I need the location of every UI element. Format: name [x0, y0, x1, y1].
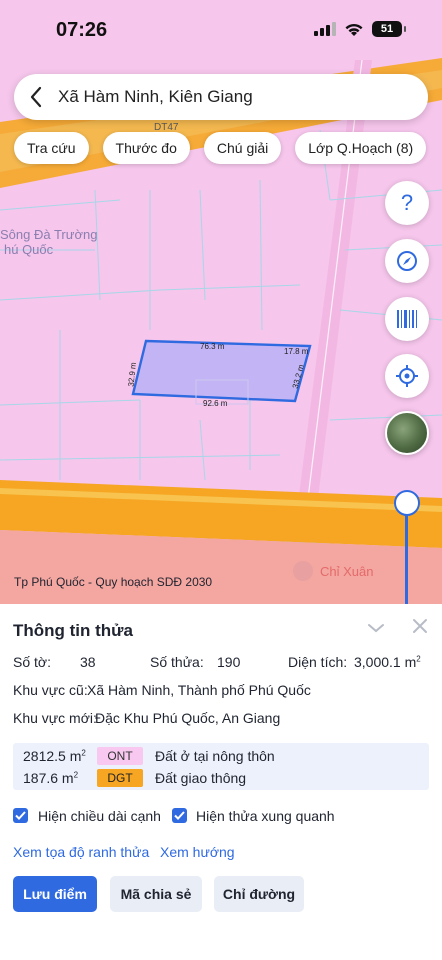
chip-chu-giai[interactable]: Chú giải	[203, 132, 282, 164]
dien-tich-label: Diện tích:	[288, 654, 348, 670]
map-toolbar: Tra cứu Thước đo Chú giải Lớp Q.Hoạch (8…	[14, 132, 427, 164]
so-to-label: Số tờ:	[13, 654, 51, 670]
khu-vuc-cu-label: Khu vực cũ:	[13, 682, 88, 698]
compass-button[interactable]	[385, 239, 429, 283]
chevron-down-icon[interactable]	[366, 618, 386, 638]
search-input[interactable]: Xã Hàm Ninh, Kiên Giang	[58, 87, 253, 107]
area-label-1: Sông Đà Trường	[0, 227, 98, 242]
save-point-button[interactable]: Lưu điểm	[13, 876, 97, 912]
barcode-icon	[397, 310, 417, 328]
poi-label[interactable]: Chỉ Xuân	[320, 564, 373, 579]
parcel-edge-top-right: 17.8 m	[284, 347, 309, 356]
land-use-area-unit: 2	[73, 770, 79, 780]
land-use-row: 2812.5 m2 ONT Đất ở tại nông thôn	[13, 745, 429, 767]
view-direction-link[interactable]: Xem hướng	[160, 844, 235, 860]
land-use-area: 2812.5 m2	[23, 748, 86, 764]
show-neighbors-label[interactable]: Hiện thửa xung quanh	[196, 808, 335, 824]
chip-thuoc-do[interactable]: Thước đo	[102, 132, 190, 164]
area-label-2: hú Quốc	[4, 242, 54, 257]
show-edge-length-checkbox[interactable]	[13, 808, 28, 823]
khu-vuc-cu-value: Xã Hàm Ninh, Thành phố Phú Quốc	[87, 682, 311, 698]
close-icon[interactable]	[411, 617, 429, 635]
so-thua-label: Số thửa:	[150, 654, 204, 670]
dien-tich-unit: 2	[416, 654, 421, 664]
checkmark-icon	[174, 811, 185, 820]
opacity-slider-knob[interactable]	[394, 490, 420, 516]
khu-vuc-moi-value: Đặc Khu Phú Quốc, An Giang	[95, 710, 281, 726]
show-neighbors-checkbox[interactable]	[172, 808, 187, 823]
barcode-button[interactable]	[385, 297, 429, 341]
panel-title: Thông tin thửa	[13, 621, 133, 640]
satellite-layer-button[interactable]	[385, 411, 429, 455]
crosshair-icon	[396, 365, 418, 387]
parcel-edge-bottom: 92.6 m	[203, 399, 228, 408]
so-to-value: 38	[80, 654, 96, 670]
help-button[interactable]: ?	[385, 181, 429, 225]
locate-button[interactable]	[385, 354, 429, 398]
land-use-desc: Đất ở tại nông thôn	[155, 748, 275, 764]
compass-icon	[397, 251, 417, 271]
chip-lop-quy-hoach[interactable]: Lớp Q.Hoạch (8)	[295, 132, 427, 164]
poi-pin-icon[interactable]	[293, 561, 313, 581]
share-code-button[interactable]: Mã chia sẻ	[110, 876, 202, 912]
checkmark-icon	[15, 811, 26, 820]
status-icons: 51	[314, 21, 406, 37]
show-edge-length-label[interactable]: Hiện chiều dài cạnh	[38, 808, 161, 824]
so-thua-value: 190	[217, 654, 241, 670]
land-use-area-unit: 2	[81, 748, 86, 758]
land-use-area-value: 187.6 m	[23, 770, 74, 786]
land-use-code-badge: ONT	[97, 747, 143, 765]
status-time: 07:26	[56, 19, 108, 41]
land-use-row: 187.6 m2 DGT Đất giao thông	[13, 767, 429, 789]
signal-icon	[314, 22, 336, 36]
map-caption: Tp Phú Quốc - Quy hoạch SDĐ 2030	[14, 575, 213, 589]
land-use-desc: Đất giao thông	[155, 770, 247, 786]
dien-tich-number: 3,000.1 m	[354, 654, 417, 670]
view-boundary-coords-link[interactable]: Xem tọa độ ranh thửa	[13, 844, 149, 860]
chip-tra-cuu[interactable]: Tra cứu	[14, 132, 89, 164]
battery-icon: 51	[372, 21, 406, 37]
back-arrow-icon[interactable]	[14, 74, 58, 120]
directions-button[interactable]: Chỉ đường	[214, 876, 304, 912]
land-use-code-badge: DGT	[97, 769, 143, 787]
search-bar[interactable]: Xã Hàm Ninh, Kiên Giang	[14, 74, 428, 120]
wifi-icon	[345, 23, 363, 36]
land-use-table: 2812.5 m2 ONT Đất ở tại nông thôn 187.6 …	[13, 743, 429, 790]
land-use-area: 187.6 m2	[23, 770, 78, 786]
opacity-slider-track[interactable]	[405, 514, 408, 606]
question-icon: ?	[400, 190, 414, 215]
status-bar: 07:26 51	[0, 0, 442, 60]
khu-vuc-moi-label: Khu vực mới:	[13, 710, 97, 726]
dien-tich-value: 3,000.1 m2	[354, 654, 421, 670]
parcel-edge-top: 76.3 m	[200, 342, 225, 351]
parcel-info-panel: Thông tin thửa Số tờ: 38 Số thửa: 190 Di…	[0, 604, 442, 960]
land-use-area-value: 2812.5 m	[23, 748, 82, 764]
